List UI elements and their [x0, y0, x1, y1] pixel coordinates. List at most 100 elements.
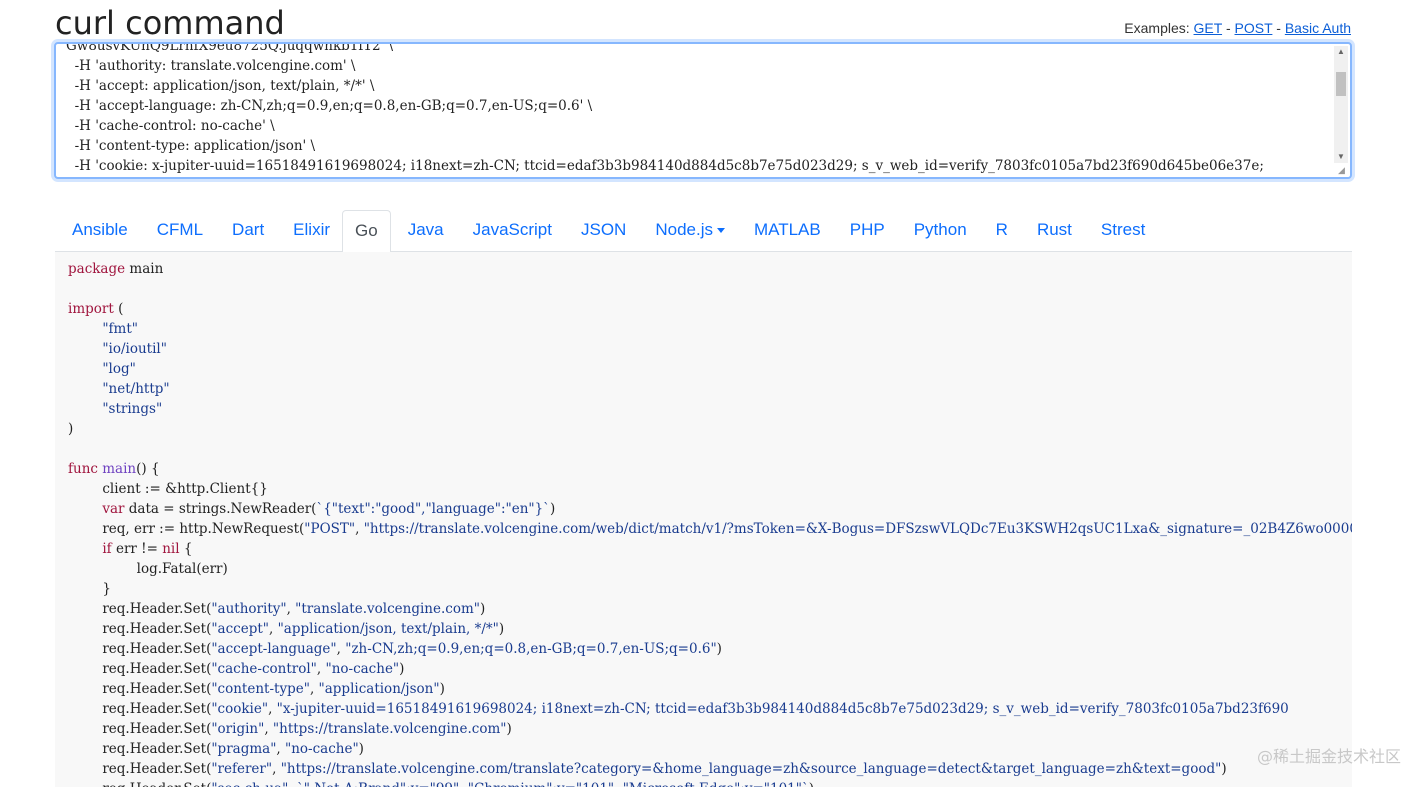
code-token: package: [68, 261, 126, 277]
tab-label: CFML: [156, 220, 204, 239]
code-token: "https://translate.volcengine.com": [272, 721, 507, 737]
code-token: ,: [355, 521, 364, 537]
tab-matlab[interactable]: MATLAB: [737, 210, 833, 250]
code-line: req.Header.Set("accept-language", "zh-CN…: [68, 639, 1352, 659]
code-token: "POST": [304, 521, 356, 537]
examples-separator: -: [1222, 20, 1235, 36]
code-token: "application/json, text/plain, */*": [277, 621, 499, 637]
tab-rust[interactable]: Rust: [1020, 210, 1084, 250]
watermark: @稀土掘金技术社区: [1256, 747, 1401, 766]
code-token: "cookie": [211, 701, 269, 717]
code-token: req.Header.Set(: [68, 761, 212, 777]
code-token: ): [399, 661, 405, 677]
code-token: `{"text":"good","language":"en"}`: [316, 501, 550, 517]
tab-go[interactable]: Go: [342, 210, 391, 253]
tab-node-js[interactable]: Node.js: [638, 210, 737, 250]
code-token: (: [113, 301, 124, 317]
code-token: req.Header.Set(: [68, 721, 212, 737]
code-token: "accept-language": [211, 641, 337, 657]
code-token: "no-cache": [325, 661, 400, 677]
tab-strest[interactable]: Strest: [1084, 210, 1157, 250]
tab-label: Elixir: [293, 220, 331, 239]
scroll-up-arrow-icon[interactable]: ▲: [1334, 46, 1348, 58]
code-token: ,: [309, 681, 319, 697]
code-token: ): [439, 681, 445, 697]
tab-json[interactable]: JSON: [564, 210, 638, 250]
tab-cfml[interactable]: CFML: [140, 210, 215, 250]
code-token: ): [68, 421, 74, 437]
language-tabs: Ansible CFML Dart Elixir Go Java JavaScript JSO…: [55, 210, 1352, 253]
code-token: "cache-control": [211, 661, 317, 677]
curl-input-scrollbar[interactable]: ▲ ▼: [1334, 46, 1348, 163]
code-token: ): [498, 621, 505, 637]
code-token: "log": [102, 361, 136, 377]
code-token: "translate.volcengine.com": [295, 601, 480, 617]
tab-label: Python: [913, 220, 967, 239]
scrollbar-thumb[interactable]: [1336, 72, 1346, 96]
curl-command-text[interactable]: Gw8usvKUhQ9LrhfX9eu8725Q.juqqwhkb1f12' \…: [66, 44, 1330, 176]
scroll-down-arrow-icon[interactable]: ▼: [1334, 151, 1348, 163]
tab-dart[interactable]: Dart: [215, 210, 276, 250]
code-token: req.Header.Set(: [68, 701, 212, 717]
tab-label: Ansible: [72, 220, 128, 239]
tab-label: MATLAB: [753, 220, 821, 239]
code-token: req.Header.Set(: [68, 681, 212, 697]
code-token: client := &http.Client{}: [68, 481, 268, 497]
code-token: ,: [336, 641, 346, 657]
code-token: req.Header.Set(: [68, 661, 212, 677]
tab-javascript[interactable]: JavaScript: [456, 210, 564, 250]
code-token: main: [102, 461, 137, 477]
code-token: "accept": [211, 621, 269, 637]
curl-line: -H 'content-type: application/json' \: [66, 138, 316, 154]
tab-elixir[interactable]: Elixir: [276, 210, 342, 250]
code-token: "referer": [211, 761, 273, 777]
code-line: req.Header.Set("cookie", "x-jupiter-uuid…: [68, 699, 1352, 719]
code-token: if: [102, 541, 112, 557]
code-line: }: [68, 579, 1352, 599]
example-basic-auth-link[interactable]: Basic Auth: [1285, 20, 1351, 36]
code-token: "strings": [102, 401, 163, 417]
code-line: req.Header.Set("content-type", "applicat…: [68, 679, 1352, 699]
curl-line: -H 'accept-language: zh-CN,zh;q=0.9,en;q…: [66, 98, 593, 114]
tab-ansible[interactable]: Ansible: [55, 210, 140, 250]
resize-grip-icon[interactable]: ◢: [1338, 165, 1348, 175]
tab-label: Java: [407, 220, 444, 239]
code-token: ,: [288, 781, 297, 787]
code-token: {: [179, 541, 193, 557]
tab-python[interactable]: Python: [897, 210, 979, 250]
code-token: err !=: [111, 541, 163, 557]
code-token: req.Header.Set(: [68, 601, 212, 617]
code-token: "https://translate.volcengine.com/transl…: [280, 761, 1222, 777]
curl-command-input[interactable]: Gw8usvKUhQ9LrhfX9eu8725Q.juqqwhkb1f12' \…: [54, 42, 1352, 179]
code-token: func: [68, 461, 98, 477]
code-token: req.Header.Set(: [68, 641, 212, 657]
tab-r[interactable]: R: [979, 210, 1020, 250]
tab-php[interactable]: PHP: [833, 210, 897, 250]
curl-line: -H 'authority: translate.volcengine.com'…: [66, 58, 356, 74]
tab-java[interactable]: Java: [391, 210, 456, 250]
tab-label: R: [995, 220, 1008, 239]
page-title: curl command: [55, 4, 285, 42]
code-token: data = strings.NewReader(: [124, 501, 317, 517]
example-post-link[interactable]: POST: [1235, 20, 1273, 36]
code-line: log.Fatal(err): [68, 559, 1352, 579]
tab-label: JavaScript: [472, 220, 552, 239]
code-token: log.Fatal(err): [68, 561, 228, 577]
code-token: }: [68, 581, 111, 597]
code-token: ,: [268, 701, 277, 717]
code-line: req.Header.Set("pragma", "no-cache"): [68, 739, 1352, 759]
tab-label: Rust: [1036, 220, 1072, 239]
code-token: ): [809, 781, 814, 787]
example-get-link[interactable]: GET: [1194, 20, 1223, 36]
code-line: var data = strings.NewReader(`{"text":"g…: [68, 499, 1352, 519]
code-token: "net/http": [102, 381, 170, 397]
code-token: "authority": [211, 601, 287, 617]
tab-label: PHP: [849, 220, 885, 239]
code-token: nil: [162, 541, 180, 557]
examples-label: Examples:: [1124, 20, 1190, 36]
code-token: "fmt": [102, 321, 138, 337]
code-token: import: [68, 301, 114, 317]
